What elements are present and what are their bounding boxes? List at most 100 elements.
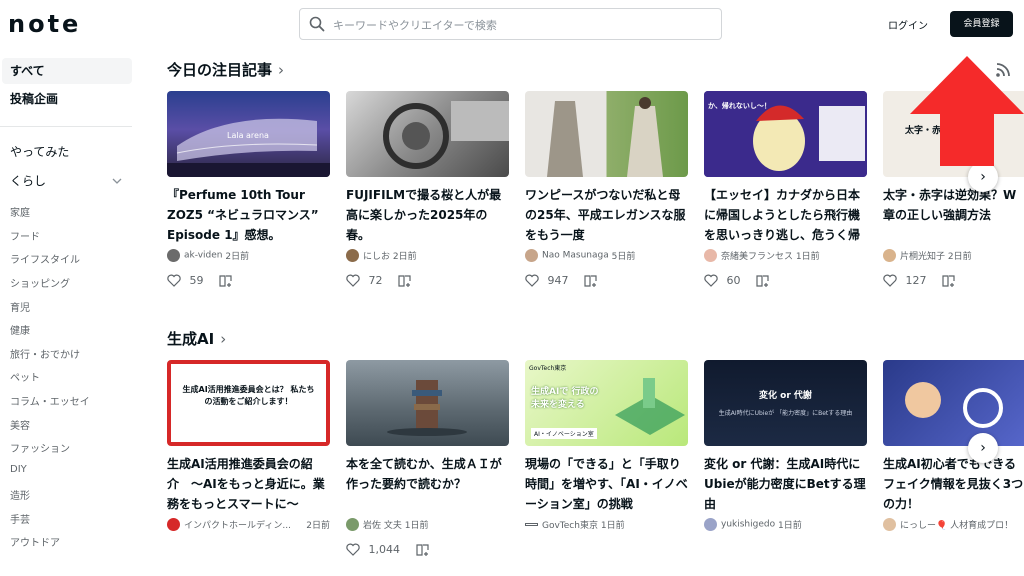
sidebar-sub-item[interactable]: DIY bbox=[10, 464, 27, 475]
avatar bbox=[883, 249, 896, 262]
carousel-next-button[interactable]: › bbox=[968, 433, 998, 463]
article-author[interactable]: 岩佐 文夫 1日前 bbox=[346, 518, 509, 534]
article-author[interactable]: 片桐光知子 2日前 bbox=[883, 249, 1024, 265]
sidebar-sub-item[interactable]: フード bbox=[10, 228, 40, 243]
section-title-featured[interactable]: 今日の注目記事 › bbox=[167, 59, 284, 80]
article-card[interactable]: ワンピースがつないだ私と母の25年、平成エレガンスな服をもう一度 Nao Mas… bbox=[525, 91, 688, 289]
article-stats: 127 bbox=[883, 273, 1024, 289]
heart-icon[interactable] bbox=[167, 274, 181, 287]
article-title[interactable]: 本を全て読むか、生成ＡＩが作った要約で読むか？ bbox=[346, 454, 509, 514]
article-title[interactable]: ワンピースがつないだ私と母の25年、平成エレガンスな服をもう一度 bbox=[525, 185, 688, 245]
article-card[interactable]: 本を全て読むか、生成ＡＩが作った要約で読むか？ 岩佐 文夫 1日前 1,044 bbox=[346, 360, 509, 558]
sidebar-sub-item[interactable]: ペット bbox=[10, 369, 40, 384]
note-logo[interactable]: note bbox=[8, 10, 81, 38]
like-count: 947 bbox=[547, 273, 569, 287]
heart-icon[interactable] bbox=[346, 274, 360, 287]
article-card[interactable]: か、帰れないし〜！ 【エッセイ】カナダから日本に帰国しようとしたら飛行機を思いっ… bbox=[704, 91, 867, 289]
section-title-ai[interactable]: 生成AI › bbox=[167, 328, 226, 349]
heart-icon[interactable] bbox=[883, 274, 897, 287]
magazine-add-icon[interactable] bbox=[219, 274, 233, 287]
article-author[interactable]: ak-viden 2日前 bbox=[167, 249, 330, 265]
article-thumbnail[interactable]: 生成AI活用推進委員会とは？ 私たちの活動をご紹介します！ bbox=[167, 360, 330, 446]
article-stats: 60 bbox=[704, 273, 867, 289]
article-author[interactable]: Nao Masunaga 5日前 bbox=[525, 249, 688, 265]
sidebar-sub-item[interactable]: 手芸 bbox=[10, 511, 30, 526]
article-author[interactable]: にしお 2日前 bbox=[346, 249, 509, 265]
sidebar-sub-item[interactable]: ファッション bbox=[10, 440, 70, 455]
article-thumbnail[interactable]: Lala arena bbox=[167, 91, 330, 177]
sidebar: すべて 投稿企画 やってみた くらし 家庭 フード ライフスタイル ショッピング… bbox=[0, 56, 140, 576]
heart-icon[interactable] bbox=[525, 274, 539, 287]
search-icon bbox=[309, 16, 325, 32]
article-title[interactable]: 『Perfume 10th Tour ZOZ5 “ネビュラロマンス” Episo… bbox=[167, 185, 330, 245]
sidebar-sub-item[interactable]: ショッピング bbox=[10, 275, 70, 290]
article-stats: 72 bbox=[346, 273, 509, 289]
avatar bbox=[346, 518, 359, 531]
article-author[interactable]: 奈緒美フランセス 1日前 bbox=[704, 249, 867, 265]
chevron-right-icon: › bbox=[980, 169, 986, 185]
article-author[interactable]: にっしー🎈 人材育成プロ！ bbox=[883, 518, 1024, 534]
article-thumbnail[interactable] bbox=[883, 360, 1024, 446]
carousel-next-button[interactable]: › bbox=[968, 162, 998, 192]
sidebar-sub-item[interactable]: アウトドア bbox=[10, 534, 60, 549]
avatar bbox=[346, 249, 359, 262]
article-thumbnail[interactable] bbox=[346, 91, 509, 177]
article-card[interactable]: 生成AI活用推進委員会とは？ 私たちの活動をご紹介します！ 生成AI活用推進委員… bbox=[167, 360, 330, 534]
car-photo-image bbox=[383, 101, 509, 169]
article-thumbnail[interactable]: 変化 or 代謝 生成AI時代にUbieが 「能力密度」にBetする理由 bbox=[704, 360, 867, 446]
article-title[interactable]: 変化 or 代謝：生成AI時代にUbieが能力密度にBetする理由 bbox=[704, 454, 867, 514]
search-input[interactable]: キーワードやクリエイターで検索 bbox=[333, 17, 497, 33]
magazine-add-icon[interactable] bbox=[756, 274, 770, 287]
heart-icon[interactable] bbox=[704, 274, 718, 287]
article-author[interactable]: yukishigedo 1日前 bbox=[704, 518, 867, 534]
sidebar-item-tried[interactable]: やってみた bbox=[2, 139, 132, 165]
sidebar-sub-item[interactable]: コラム・エッセイ bbox=[10, 393, 90, 408]
sidebar-item-contest[interactable]: 投稿企画 bbox=[2, 86, 132, 112]
heart-icon[interactable] bbox=[346, 543, 360, 556]
article-title[interactable]: 【エッセイ】カナダから日本に帰国しようとしたら飛行機を思いっきり逃し、危うく帰っ… bbox=[704, 185, 867, 245]
sidebar-sub-item[interactable]: 造形 bbox=[10, 487, 30, 502]
article-stats: 947 bbox=[525, 273, 688, 289]
article-card[interactable]: FUJIFILMで撮る桜と人が最高に楽しかった2025年の春。 にしお 2日前 … bbox=[346, 91, 509, 289]
article-author[interactable]: GovTech東京 1日前 bbox=[525, 518, 688, 534]
magazine-add-icon[interactable] bbox=[584, 274, 598, 287]
magazine-add-icon[interactable] bbox=[942, 274, 956, 287]
sidebar-sub-item[interactable]: 育児 bbox=[10, 299, 30, 314]
like-count: 127 bbox=[905, 273, 927, 287]
article-card[interactable]: Lala arena 『Perfume 10th Tour ZOZ5 “ネビュラ… bbox=[167, 91, 330, 289]
sidebar-sub-item[interactable]: ライフスタイル bbox=[10, 251, 80, 266]
avatar bbox=[167, 249, 180, 262]
article-stats: 1,044 bbox=[346, 542, 509, 558]
article-title[interactable]: 太字・赤字は逆効果？W章の正しい強調方法 bbox=[883, 185, 1024, 245]
detective-illustration-image bbox=[905, 382, 1003, 428]
article-thumbnail[interactable]: GovTech東京 生成AIで 行政の未来を変える AI・イノベーション室 bbox=[525, 360, 688, 446]
search-box[interactable]: キーワードやクリエイターで検索 bbox=[299, 8, 722, 40]
article-card[interactable]: 変化 or 代謝 生成AI時代にUbieが 「能力密度」にBetする理由 変化 … bbox=[704, 360, 867, 534]
sidebar-sub-item[interactable]: 家庭 bbox=[10, 204, 30, 219]
article-title[interactable]: 生成AI活用推進委員会の紹介 〜AIをもっと身近に。業務をもっとスマートに〜 bbox=[167, 454, 330, 514]
sidebar-sub-item[interactable]: 美容 bbox=[10, 417, 30, 432]
chevron-down-icon[interactable] bbox=[112, 176, 122, 186]
signup-button[interactable]: 会員登録 bbox=[950, 11, 1013, 37]
article-thumbnail[interactable] bbox=[346, 360, 509, 446]
article-title[interactable]: 現場の「できる」と「手取り時間」を増やす、「AI・イノベーション室」の挑戦 bbox=[525, 454, 688, 514]
avatar bbox=[883, 518, 896, 531]
red-arrow-annotation bbox=[910, 56, 1024, 166]
header: note キーワードやクリエイターで検索 ログイン 会員登録 bbox=[0, 0, 1024, 48]
sidebar-item-all[interactable]: すべて bbox=[2, 58, 132, 84]
article-card[interactable]: GovTech東京 生成AIで 行政の未来を変える AI・イノベーション室 現場… bbox=[525, 360, 688, 534]
login-link[interactable]: ログイン bbox=[888, 17, 928, 32]
sidebar-sub-item[interactable]: 旅行・おでかけ bbox=[10, 346, 80, 361]
article-thumbnail[interactable] bbox=[525, 91, 688, 177]
article-card[interactable]: 生成AI初心者でもできるフェイク情報を見抜く3つの力！ にっしー🎈 人材育成プロ… bbox=[883, 360, 1024, 534]
article-author[interactable]: インパクトホールディン... 2日前 bbox=[167, 518, 330, 534]
sidebar-sub-item[interactable]: 健康 bbox=[10, 322, 30, 337]
like-count: 72 bbox=[368, 273, 383, 287]
article-title[interactable]: 生成AI初心者でもできるフェイク情報を見抜く3つの力！ bbox=[883, 454, 1024, 514]
chevron-right-icon: › bbox=[980, 440, 986, 456]
article-thumbnail[interactable]: か、帰れないし〜！ bbox=[704, 91, 867, 177]
article-title[interactable]: FUJIFILMで撮る桜と人が最高に楽しかった2025年の春。 bbox=[346, 185, 509, 245]
magazine-add-icon[interactable] bbox=[415, 543, 430, 556]
avatar bbox=[525, 249, 538, 262]
magazine-add-icon[interactable] bbox=[398, 274, 412, 287]
